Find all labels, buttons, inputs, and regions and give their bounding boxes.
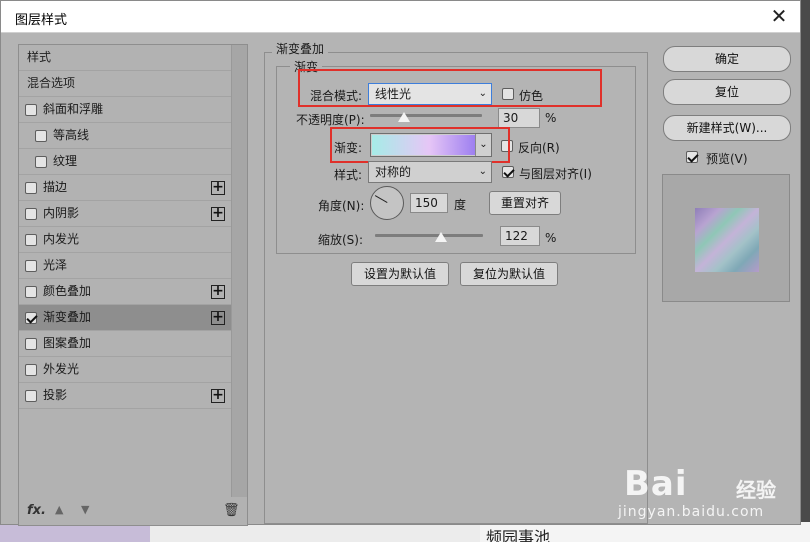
style-item-label: 内发光 [43,232,80,246]
style-item-checkbox[interactable] [35,130,47,142]
style-item-label: 光泽 [43,258,68,272]
style-item-5[interactable]: 内发光 [19,227,231,253]
style-preview-thumbnail [695,208,759,272]
angle-unit: 度 [454,198,467,212]
style-item-label: 投影 [43,388,68,402]
style-item-checkbox[interactable] [25,234,37,246]
style-item-label: 外发光 [43,362,80,376]
gradient-style-select[interactable]: 对称的 ⌄ [368,161,492,183]
angle-dial[interactable] [370,186,404,220]
reverse-label: 反向(R) [518,141,560,155]
style-item-checkbox[interactable] [25,208,37,220]
style-item-label: 内阴影 [43,206,80,220]
annotation-highlight-blend [298,69,602,107]
style-item-checkbox[interactable] [25,390,37,402]
style-item-checkbox[interactable] [25,364,37,376]
style-item-checkbox[interactable] [25,104,37,116]
style-item-label: 颜色叠加 [43,284,92,298]
preview-label: 预览(V) [706,152,748,166]
move-down-icon[interactable]: ▼ [81,503,89,516]
ok-button[interactable]: 确定 [663,46,791,72]
style-item-3[interactable]: 描边 + [19,175,231,201]
style-item-checkbox[interactable] [25,312,37,324]
annotation-highlight-gradient [330,127,510,163]
style-item-label: 图案叠加 [43,336,92,350]
style-item-label: 纹理 [53,154,78,168]
style-item-0[interactable]: 斜面和浮雕 [19,97,231,123]
style-item-7[interactable]: 颜色叠加 + [19,279,231,305]
opacity-slider-thumb[interactable] [397,112,410,122]
reset-default-button[interactable]: 复位为默认值 [460,262,558,286]
baidu-watermark: Bai 经验 jingyan.baidu.com [616,452,806,522]
style-item-checkbox[interactable] [35,156,47,168]
style-item-checkbox[interactable] [25,260,37,272]
angle-dial-needle [374,195,388,203]
reset-align-button[interactable]: 重置对齐 [489,191,561,215]
jingyan-logo-text: 经验 [736,478,776,502]
add-icon[interactable]: + [211,206,225,221]
scale-percent: % [545,231,557,245]
style-item-4[interactable]: 内阴影 + [19,201,231,227]
trash-icon[interactable]: 🗑 [223,503,240,518]
align-with-layer-checkbox[interactable] [502,166,514,178]
move-up-icon[interactable]: ▲ [55,503,63,516]
scale-label: 缩放(S): [318,233,364,247]
gradient-style-value: 对称的 [375,165,412,179]
add-icon[interactable]: + [211,180,225,195]
angle-input[interactable]: 150 [410,193,448,213]
opacity-input[interactable]: 30 [498,108,540,128]
add-icon[interactable]: + [211,388,225,403]
preview-checkbox[interactable] [686,151,698,163]
titlebar: 图层样式 ✕ [1,1,800,33]
style-item-label: 等高线 [53,128,90,142]
style-item-label: 斜面和浮雕 [43,102,104,116]
opacity-percent: % [545,111,557,125]
align-with-layer-label: 与图层对齐(I) [519,167,592,181]
blend-options-item[interactable]: 混合选项 [19,71,231,97]
set-default-button[interactable]: 设置为默认值 [351,262,449,286]
scale-slider-thumb[interactable] [434,232,447,242]
watermark-url: jingyan.baidu.com [618,504,765,520]
fx-icon[interactable]: fx. [27,503,46,518]
style-item-9[interactable]: 图案叠加 [19,331,231,357]
style-item-2[interactable]: 纹理 [19,149,231,175]
window-title: 图层样式 [15,13,68,28]
style-item-1[interactable]: 等高线 [19,123,231,149]
style-list: 样式 混合选项 斜面和浮雕等高线纹理描边 + 内阴影 + 内发光光泽颜色叠加 + 渐变叠加 +… [18,44,248,526]
close-icon[interactable]: ✕ [768,5,790,27]
baidu-logo-text: Bai [624,464,688,504]
style-item-10[interactable]: 外发光 [19,357,231,383]
style-item-checkbox[interactable] [25,182,37,194]
opacity-label: 不透明度(P): [296,113,365,127]
style-list-scrollbar[interactable] [231,45,247,497]
style-item-checkbox[interactable] [25,338,37,350]
style-item-checkbox[interactable] [25,286,37,298]
scale-input[interactable]: 122 [500,226,540,246]
scale-slider-track[interactable] [375,234,483,237]
style-list-header[interactable]: 样式 [19,45,231,71]
style-item-11[interactable]: 投影 + [19,383,231,409]
style-item-label: 描边 [43,180,68,194]
style-item-6[interactable]: 光泽 [19,253,231,279]
background-peek-text: 频园事池 [486,528,551,542]
style-preview [662,174,790,302]
style-list-footer: fx. ▲ ▼ 🗑 [19,497,247,525]
style-item-label: 渐变叠加 [43,310,92,324]
add-icon[interactable]: + [211,310,225,325]
reset-button[interactable]: 复位 [663,79,791,105]
style-label: 样式: [334,168,363,182]
angle-label: 角度(N): [318,199,365,213]
add-icon[interactable]: + [211,284,225,299]
new-style-button[interactable]: 新建样式(W)... [663,115,791,141]
opacity-slider-track[interactable] [370,114,482,117]
style-item-8[interactable]: 渐变叠加 + [19,305,231,331]
gradient-overlay-title: 渐变叠加 [272,40,329,57]
chevron-down-icon: ⌄ [478,166,487,177]
